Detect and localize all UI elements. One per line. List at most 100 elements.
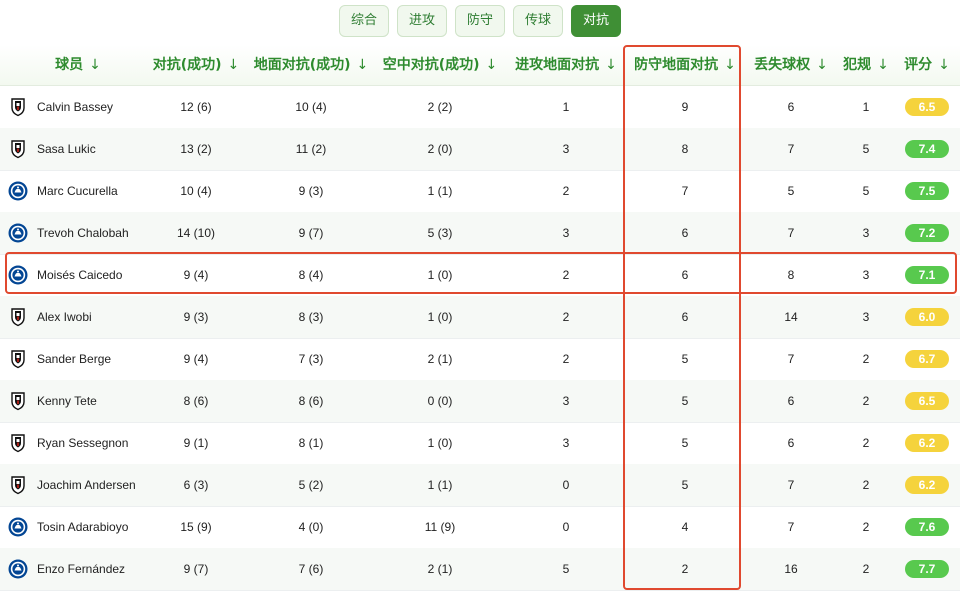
player-name[interactable]: Moisés Caicedo [37,254,122,296]
ground-duels-cell: 5 (2) [298,478,324,492]
defensive-ground-duels-cell: 7 [681,184,689,198]
chelsea-crest-icon [8,265,28,285]
fouls-cell: 3 [862,310,870,324]
rating-badge: 6.7 [905,350,949,368]
sort-arrow-icon[interactable]: ↓ [605,57,617,73]
chelsea-crest-icon [8,181,28,201]
fouls-cell: 2 [862,562,870,576]
tab-duels[interactable]: 对抗 [571,5,622,37]
table-row[interactable]: Enzo Fernández 9 (7) 7 (6) 2 (1) 5 2 16 2 7.7 [0,548,960,591]
column-label: 进攻地面对抗 [515,57,600,73]
sort-arrow-icon[interactable]: ↓ [938,57,950,73]
player-name[interactable]: Sander Berge [37,338,111,380]
column-label: 评分 [904,57,933,73]
sort-arrow-icon[interactable]: ↓ [724,57,736,73]
player-name[interactable]: Sasa Lukic [37,128,96,170]
fulham-crest-icon [8,139,28,159]
aerial-duels-cell: 1 (1) [427,478,453,492]
defensive-ground-duels-cell: 6 [681,310,689,324]
tab-defense[interactable]: 防守 [454,5,505,37]
fouls-cell: 5 [862,142,870,156]
rating-badge: 7.1 [905,266,949,284]
ground-duels-cell: 8 (1) [298,436,324,450]
sort-arrow-icon[interactable]: ↓ [816,57,828,73]
fouls-cell: 5 [862,184,870,198]
attacking-ground-duels-cell: 2 [562,310,570,324]
player-name[interactable]: Kenny Tete [37,380,97,422]
duels-cell: 10 (4) [180,184,212,198]
sort-arrow-icon[interactable]: ↓ [89,57,101,73]
table-row[interactable]: Sasa Lukic 13 (2) 11 (2) 2 (0) 3 8 7 5 7.4 [0,128,960,171]
table-row[interactable]: Alex Iwobi 9 (3) 8 (3) 1 (0) 2 6 14 3 6.0 [0,296,960,339]
player-name[interactable]: Ryan Sessegnon [37,422,128,464]
player-name[interactable]: Trevoh Chalobah [37,212,129,254]
sort-arrow-icon[interactable]: ↓ [877,57,889,73]
duels-cell: 9 (1) [183,436,209,450]
aerial-duels-cell: 2 (2) [427,100,453,114]
header-fouls[interactable]: 犯规 ↓ [843,45,889,85]
ground-duels-cell: 9 (7) [298,226,324,240]
player-name[interactable]: Marc Cucurella [37,170,118,212]
attacking-ground-duels-cell: 3 [562,142,570,156]
header-attacking-ground-duels[interactable]: 进攻地面对抗 ↓ [515,45,617,85]
player-name[interactable]: Alex Iwobi [37,296,92,338]
rating-badge: 7.4 [905,140,949,158]
player-name[interactable]: Enzo Fernández [37,548,125,590]
header-rating[interactable]: 评分 ↓ [904,45,950,85]
aerial-duels-cell: 1 (0) [427,436,453,450]
header-defensive-ground-duels[interactable]: 防守地面对抗 ↓ [634,45,736,85]
attacking-ground-duels-cell: 0 [562,520,570,534]
table-row[interactable]: Marc Cucurella 10 (4) 9 (3) 1 (1) 2 7 5 5 7.5 [0,170,960,213]
possession-lost-cell: 14 [784,310,798,324]
table-row[interactable]: Ryan Sessegnon 9 (1) 8 (1) 1 (0) 3 5 6 2 6.2 [0,422,960,465]
category-tabs: 综合 进攻 防守 传球 对抗 [0,5,960,39]
table-row[interactable]: Joachim Andersen 6 (3) 5 (2) 1 (1) 0 5 7 2 6.2 [0,464,960,507]
possession-lost-cell: 7 [787,352,795,366]
defensive-ground-duels-cell: 5 [681,478,689,492]
rating-badge: 7.7 [905,560,949,578]
table-row[interactable]: Kenny Tete 8 (6) 8 (6) 0 (0) 3 5 6 2 6.5 [0,380,960,423]
table-row[interactable]: Tosin Adarabioyo 15 (9) 4 (0) 11 (9) 0 4 7 2 7.6 [0,506,960,549]
fouls-cell: 3 [862,226,870,240]
possession-lost-cell: 6 [787,436,795,450]
header-duels[interactable]: 对抗(成功) ↓ [153,45,240,85]
fulham-crest-icon [8,97,28,117]
table-row[interactable]: Moisés Caicedo 9 (4) 8 (4) 1 (0) 2 6 8 3 7.1 [0,254,960,297]
tab-summary[interactable]: 综合 [338,5,389,37]
duels-cell: 9 (4) [183,352,209,366]
possession-lost-cell: 8 [787,268,795,282]
player-name[interactable]: Calvin Bassey [37,86,113,128]
duels-cell: 9 (3) [183,310,209,324]
table-row[interactable]: Trevoh Chalobah 14 (10) 9 (7) 5 (3) 3 6 7 3 7.2 [0,212,960,255]
attacking-ground-duels-cell: 0 [562,478,570,492]
fouls-cell: 2 [862,394,870,408]
header-possession-lost[interactable]: 丢失球权 ↓ [754,45,828,85]
fouls-cell: 2 [862,352,870,366]
header-ground-duels[interactable]: 地面对抗(成功) ↓ [254,45,369,85]
ground-duels-cell: 4 (0) [298,520,324,534]
player-name[interactable]: Joachim Andersen [37,464,136,506]
ground-duels-cell: 10 (4) [295,100,327,114]
aerial-duels-cell: 1 (1) [427,184,453,198]
duels-cell: 8 (6) [183,394,209,408]
rating-badge: 6.2 [905,434,949,452]
defensive-ground-duels-cell: 8 [681,142,689,156]
aerial-duels-cell: 1 (0) [427,310,453,324]
aerial-duels-cell: 2 (1) [427,352,453,366]
player-name[interactable]: Tosin Adarabioyo [37,506,128,548]
sort-arrow-icon[interactable]: ↓ [486,57,498,73]
fouls-cell: 2 [862,436,870,450]
tab-attack[interactable]: 进攻 [396,5,447,37]
tab-passing[interactable]: 传球 [513,5,564,37]
table-row[interactable]: Calvin Bassey 12 (6) 10 (4) 2 (2) 1 9 6 1 6.5 [0,86,960,129]
sort-arrow-icon[interactable]: ↓ [228,57,240,73]
header-aerial-duels[interactable]: 空中对抗(成功) ↓ [383,45,498,85]
header-player[interactable]: 球员 ↓ [55,45,101,85]
ground-duels-cell: 8 (6) [298,394,324,408]
ground-duels-cell: 7 (6) [298,562,324,576]
rating-badge: 6.5 [905,392,949,410]
sort-arrow-icon[interactable]: ↓ [357,57,369,73]
table-row[interactable]: Sander Berge 9 (4) 7 (3) 2 (1) 2 5 7 2 6.7 [0,338,960,381]
possession-lost-cell: 7 [787,226,795,240]
chelsea-crest-icon [8,559,28,579]
